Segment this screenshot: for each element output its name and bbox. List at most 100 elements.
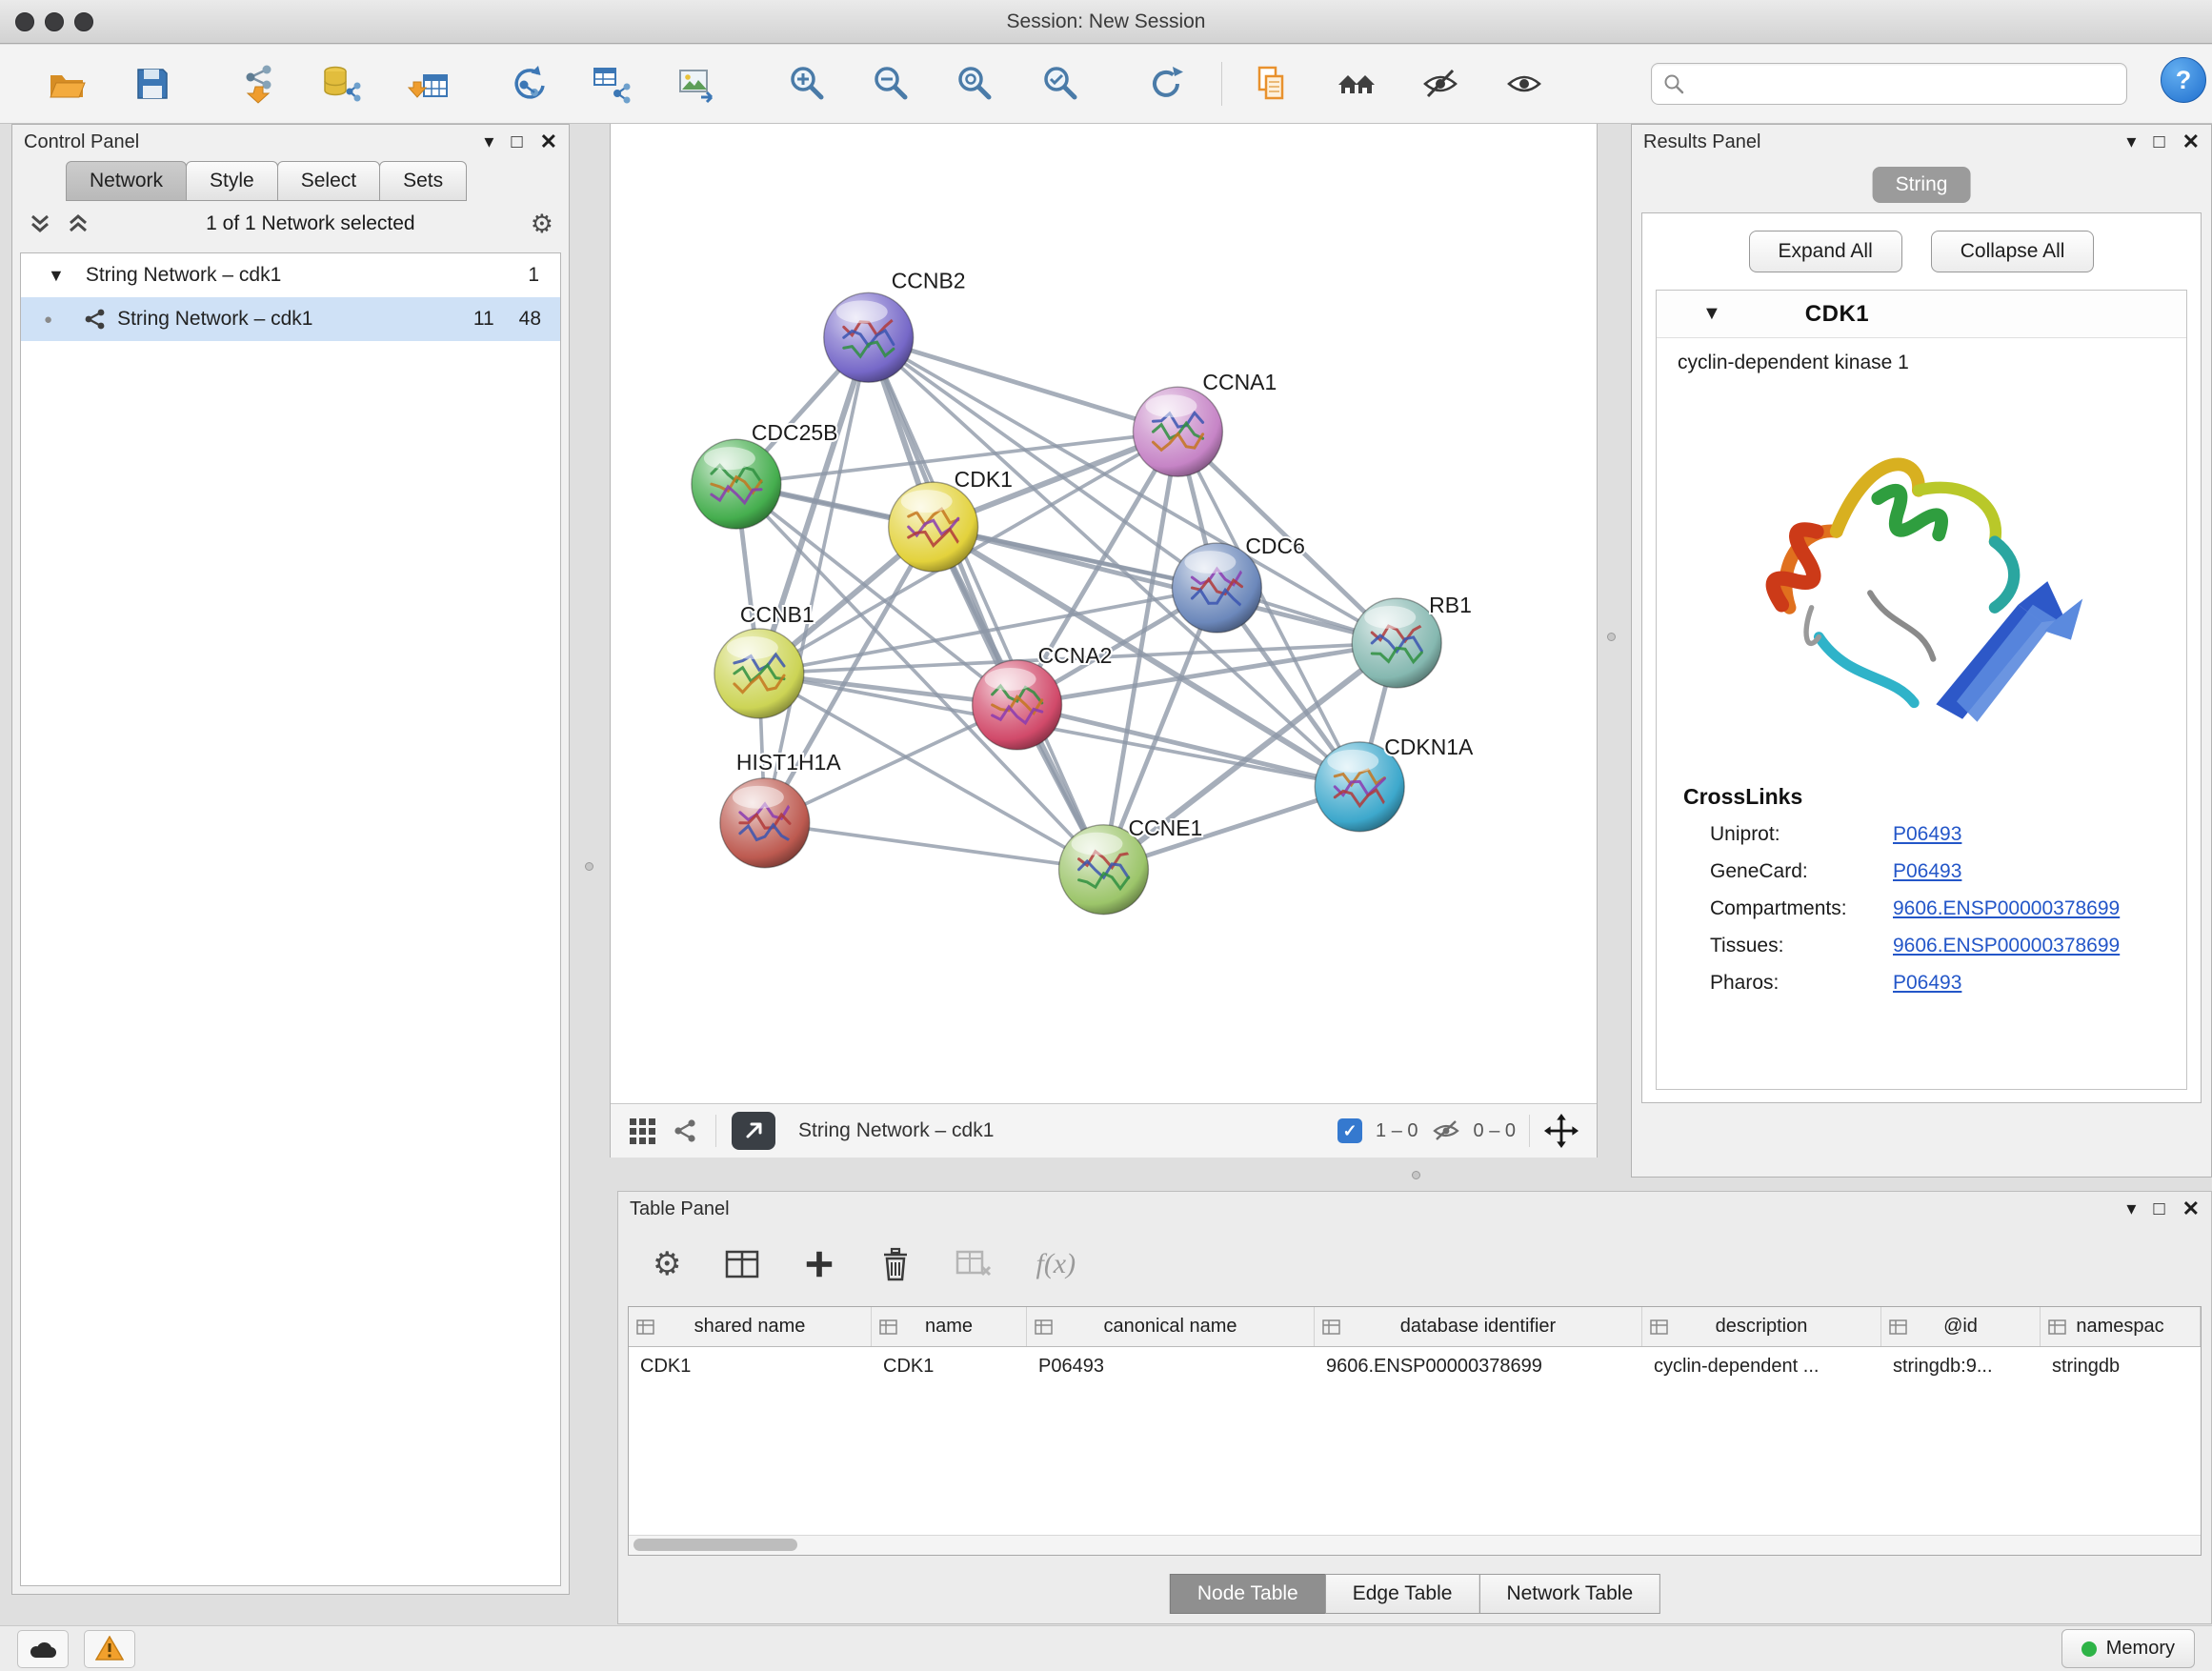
zoom-selected-button[interactable] — [1034, 57, 1087, 111]
tab-network[interactable]: Network — [66, 161, 187, 201]
panel-close-icon[interactable]: ✕ — [2182, 1198, 2200, 1219]
right-splitter-handle[interactable] — [1607, 633, 1616, 641]
home-button[interactable] — [1330, 57, 1383, 111]
table-cell[interactable]: CDK1 — [629, 1347, 872, 1385]
zoom-in-button[interactable] — [780, 57, 834, 111]
crosslink-value-link[interactable]: 9606.ENSP00000378699 — [1893, 897, 2120, 920]
panel-close-icon[interactable]: ✕ — [2182, 131, 2200, 152]
network-edge[interactable] — [934, 527, 1398, 643]
pan-crosshair-icon[interactable] — [1543, 1113, 1579, 1149]
hide-selected-button[interactable] — [1414, 57, 1467, 111]
document-button[interactable] — [1244, 57, 1297, 111]
zoom-fit-button[interactable] — [948, 57, 1001, 111]
table-options-gear-icon[interactable]: ⚙ — [653, 1245, 681, 1283]
panel-float-icon[interactable]: □ — [511, 132, 522, 151]
panel-float-icon[interactable]: □ — [2153, 132, 2164, 151]
export-image-button[interactable] — [670, 57, 723, 111]
table-cell[interactable]: 9606.ENSP00000378699 — [1315, 1347, 1642, 1385]
apply-preferred-layout-button[interactable] — [1139, 57, 1193, 111]
column-header-name[interactable]: name — [872, 1307, 1027, 1346]
zoom-out-button[interactable] — [864, 57, 917, 111]
panel-collapse-icon[interactable]: ▾ — [2126, 132, 2136, 151]
grid-view-icon[interactable] — [628, 1117, 656, 1145]
tab-sets[interactable]: Sets — [379, 161, 467, 201]
network-edge[interactable] — [869, 337, 1178, 432]
network-node-CCNA1[interactable]: CCNA1 — [1133, 370, 1277, 476]
network-node-CDKN1A[interactable]: CDKN1A — [1315, 735, 1474, 832]
crosslink-value-link[interactable]: P06493 — [1893, 972, 1961, 995]
crosslink-value-link[interactable]: P06493 — [1893, 860, 1961, 883]
network-node-HIST1H1A[interactable]: HIST1H1A — [720, 750, 841, 868]
collapse-all-button[interactable]: Collapse All — [1931, 231, 2095, 272]
tab-style[interactable]: Style — [186, 161, 278, 201]
cloud-button[interactable] — [17, 1630, 69, 1668]
window-minimize-button[interactable] — [45, 12, 64, 31]
column-header-database-identifier[interactable]: database identifier — [1315, 1307, 1642, 1346]
network-node-CDC6[interactable]: CDC6 — [1172, 534, 1304, 633]
column-header-namespac[interactable]: namespac — [2041, 1307, 2201, 1346]
network-canvas[interactable]: CCNB2CCNA1CDC25BCDK1CDC6RB1CCNB1CCNA2CDK… — [611, 124, 1597, 1103]
panel-collapse-icon[interactable]: ▾ — [484, 132, 493, 151]
table-cell[interactable]: P06493 — [1027, 1347, 1315, 1385]
crosslink-value-link[interactable]: 9606.ENSP00000378699 — [1893, 935, 2120, 957]
delete-trash-icon[interactable] — [879, 1247, 912, 1281]
network-node-RB1[interactable]: RB1 — [1352, 593, 1472, 688]
gene-section-header[interactable]: ▼ CDK1 — [1657, 291, 2186, 338]
column-header-shared-name[interactable]: shared name — [629, 1307, 872, 1346]
import-network-from-database-button[interactable] — [313, 57, 367, 111]
table-horizontal-scrollbar[interactable] — [629, 1535, 2201, 1555]
panel-collapse-icon[interactable]: ▾ — [2126, 1199, 2136, 1218]
search-input[interactable] — [1684, 73, 2115, 95]
network-node-CCNB2[interactable]: CCNB2 — [824, 268, 966, 382]
network-options-gear-icon[interactable]: ⚙ — [531, 210, 553, 239]
selected-checkbox-icon[interactable]: ✓ — [1337, 1118, 1362, 1143]
string-tab[interactable]: String — [1873, 167, 1971, 203]
table-cell[interactable]: cyclin-dependent ... — [1642, 1347, 1881, 1385]
scrollbar-thumb[interactable] — [633, 1539, 797, 1551]
crosslink-value-link[interactable]: P06493 — [1893, 823, 1961, 846]
panel-close-icon[interactable]: ✕ — [540, 131, 557, 152]
hidden-eye-slash-icon — [1432, 1118, 1460, 1143]
tab-edge-table[interactable]: Edge Table — [1325, 1574, 1480, 1614]
table-row[interactable]: CDK1CDK1P064939606.ENSP00000378699cyclin… — [629, 1347, 2201, 1385]
import-table-from-file-button[interactable] — [402, 57, 455, 111]
left-splitter-handle[interactable] — [585, 862, 593, 871]
network-edge[interactable] — [869, 337, 1104, 869]
export-network-button[interactable] — [585, 57, 638, 111]
tree-expand-icon[interactable]: ▼ — [48, 266, 65, 286]
open-session-button[interactable] — [40, 57, 93, 111]
window-zoom-button[interactable] — [74, 12, 93, 31]
column-header-description[interactable]: description — [1642, 1307, 1881, 1346]
expand-all-chevrons-icon[interactable] — [28, 212, 52, 235]
expand-all-button[interactable]: Expand All — [1749, 231, 1902, 272]
horizontal-splitter-handle[interactable] — [1412, 1171, 1420, 1179]
show-all-button[interactable] — [1498, 57, 1551, 111]
table-cell[interactable]: CDK1 — [872, 1347, 1027, 1385]
gene-collapse-icon[interactable]: ▼ — [1702, 303, 1721, 325]
tab-select[interactable]: Select — [277, 161, 380, 201]
network-collection-row[interactable]: ▼ String Network – cdk1 1 — [21, 253, 560, 297]
save-session-button[interactable] — [126, 57, 179, 111]
tab-node-table[interactable]: Node Table — [1170, 1574, 1326, 1614]
table-cell[interactable]: stringdb:9... — [1881, 1347, 2041, 1385]
collapse-all-chevrons-icon[interactable] — [66, 212, 90, 235]
network-row-selected[interactable]: ● String Network – cdk1 11 48 — [21, 297, 560, 341]
create-column-plus-icon[interactable] — [803, 1248, 835, 1280]
network-edge[interactable] — [765, 823, 1104, 870]
column-header-canonical-name[interactable]: canonical name — [1027, 1307, 1315, 1346]
memory-button[interactable]: Memory — [2061, 1629, 2195, 1668]
open-in-new-window-button[interactable] — [732, 1112, 775, 1150]
network-node-CCNB1[interactable]: CCNB1 — [714, 602, 814, 718]
table-cell[interactable]: stringdb — [2041, 1347, 2201, 1385]
warnings-button[interactable] — [84, 1630, 135, 1668]
window-close-button[interactable] — [15, 12, 34, 31]
panel-float-icon[interactable]: □ — [2153, 1199, 2164, 1218]
new-network-from-selection-button[interactable] — [501, 57, 554, 111]
tab-network-table[interactable]: Network Table — [1478, 1574, 1660, 1614]
help-button[interactable]: ? — [2161, 57, 2206, 103]
column-header--id[interactable]: @id — [1881, 1307, 2041, 1346]
import-network-from-file-button[interactable] — [232, 57, 286, 111]
share-view-icon[interactable] — [672, 1117, 700, 1145]
show-columns-icon[interactable] — [725, 1250, 759, 1278]
network-node-CDK1[interactable]: CDK1 — [889, 467, 1013, 572]
